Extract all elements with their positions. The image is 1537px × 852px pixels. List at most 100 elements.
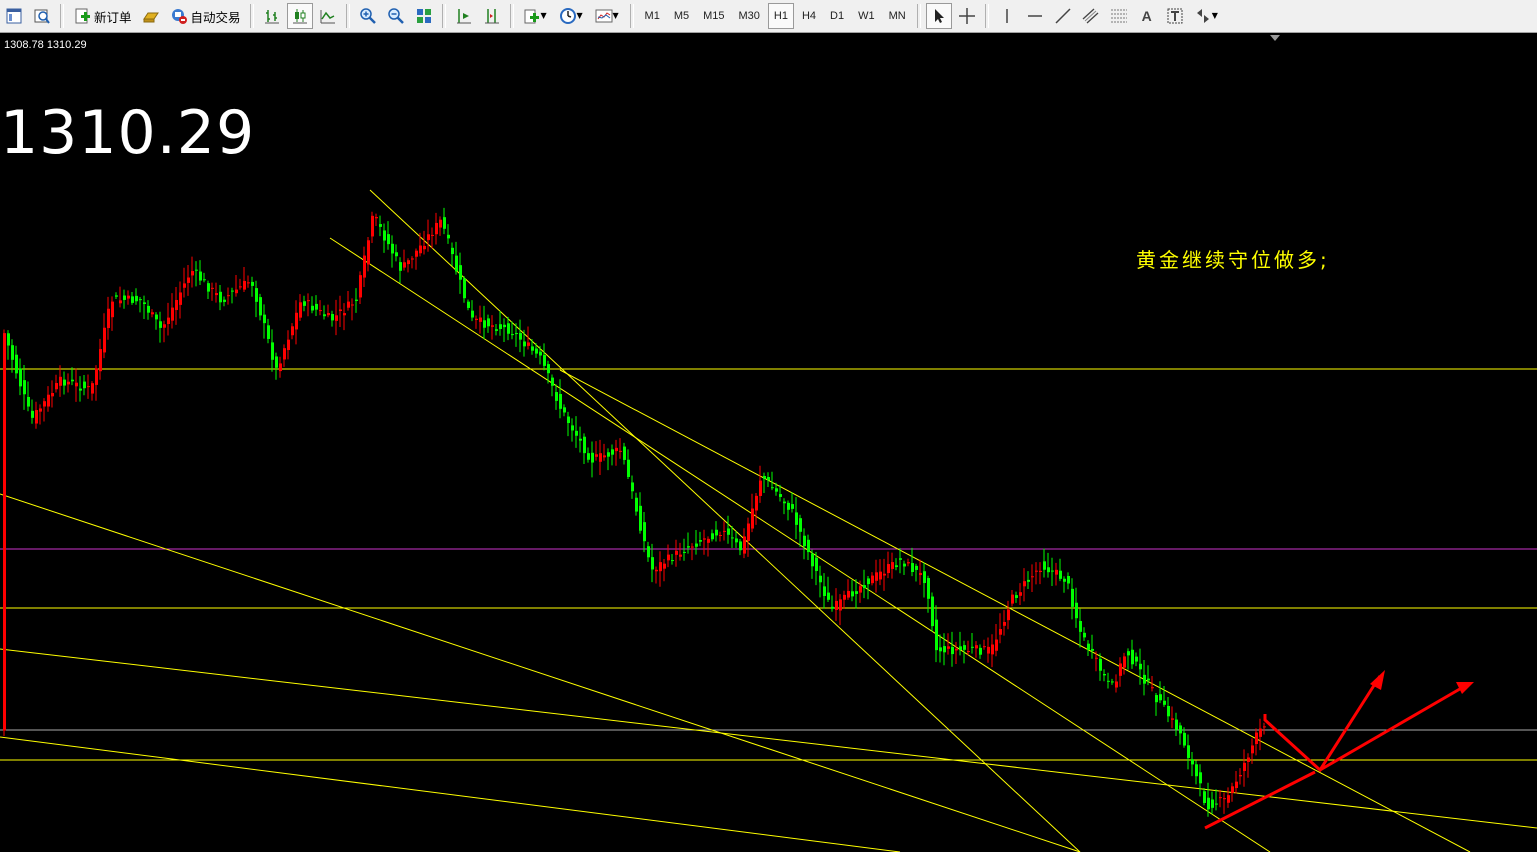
timeframe-mn-button[interactable]: MN: [883, 3, 912, 29]
auto-scroll-button[interactable]: [451, 3, 477, 29]
metaeditor-button[interactable]: [138, 3, 164, 29]
text-tool-label: A: [1141, 8, 1152, 24]
candle-body: [135, 295, 138, 302]
candle-body: [1019, 592, 1022, 596]
candle-body: [811, 553, 814, 567]
new-chart-button[interactable]: [1, 3, 27, 29]
candle-body: [1207, 797, 1210, 810]
candle-body: [687, 546, 690, 548]
timeframe-m30-button[interactable]: M30: [733, 3, 766, 29]
periods-dropdown[interactable]: ▼: [555, 3, 589, 29]
candle-body: [1127, 651, 1130, 656]
candle-body: [251, 281, 254, 286]
chevron-down-icon: ▼: [612, 11, 619, 20]
candle-body: [1211, 799, 1214, 808]
magnifier-chart-icon: [34, 9, 50, 24]
bar-chart-button[interactable]: [259, 3, 285, 29]
candle-body: [1143, 674, 1146, 684]
candle-body: [223, 299, 226, 302]
crosshair-button[interactable]: [954, 3, 980, 29]
candle-body: [1099, 658, 1102, 671]
ohlc-readout: 1308.78 1310.29: [4, 39, 87, 51]
candle-body: [755, 495, 758, 511]
vertical-line-button[interactable]: [994, 3, 1020, 29]
candle-body: [551, 377, 554, 386]
candle-body: [891, 562, 894, 569]
timeframe-h4-button[interactable]: H4: [796, 3, 822, 29]
line-chart-button[interactable]: [315, 3, 341, 29]
candle-body: [1015, 595, 1018, 598]
candle-body: [827, 592, 830, 600]
candle-body: [1063, 578, 1066, 582]
new-order-button[interactable]: 新订单: [69, 3, 136, 29]
chart-shift-marker[interactable]: [1270, 35, 1280, 41]
auto-trading-button[interactable]: 自动交易: [166, 3, 245, 29]
candle-body: [379, 224, 382, 227]
candle-body: [1231, 786, 1234, 793]
trendline-button[interactable]: [1050, 3, 1076, 29]
fibonacci-button[interactable]: [1106, 3, 1132, 29]
candle-body: [279, 363, 282, 372]
candlestick-chart-button[interactable]: [286, 3, 313, 29]
candle-body: [503, 324, 506, 328]
timeframe-h1-button[interactable]: H1: [767, 3, 794, 29]
candle-body: [779, 494, 782, 497]
trendline-steep: [369, 189, 1081, 852]
candle-body: [395, 252, 398, 257]
timeframe-group: M1 M5 M15 M30 H1 H4 D1 W1 MN: [638, 3, 913, 29]
candle-body: [1179, 725, 1182, 734]
candle-body: [299, 302, 302, 318]
candle-body: [1191, 759, 1194, 765]
candle-body: [775, 488, 778, 492]
candle-body: [307, 300, 310, 302]
candle-body: [1187, 745, 1190, 758]
templates-dropdown[interactable]: ▼: [591, 3, 625, 29]
text-tool-button[interactable]: A: [1134, 3, 1160, 29]
candle-body: [31, 410, 34, 418]
candle-body: [255, 288, 258, 302]
candle-body: [219, 291, 222, 303]
candle-body: [247, 282, 250, 284]
candle-body: [939, 647, 942, 652]
text-label-button[interactable]: [1162, 3, 1188, 29]
timeframe-m1-button[interactable]: M1: [639, 3, 666, 29]
candle-body: [531, 346, 534, 351]
line-chart-icon: [320, 10, 335, 24]
candle-body: [71, 379, 74, 382]
horizontal-line-button[interactable]: [1022, 3, 1048, 29]
candle-body: [103, 327, 106, 353]
candle-body: [1043, 561, 1046, 570]
timeframe-d1-button[interactable]: D1: [824, 3, 850, 29]
candle-body: [623, 446, 626, 460]
candle-body: [1027, 579, 1030, 582]
arrows-dropdown[interactable]: ▼: [1190, 3, 1224, 29]
candle-body: [1095, 657, 1098, 659]
candle-body: [1071, 588, 1074, 607]
indicators-dropdown[interactable]: ▼: [519, 3, 553, 29]
candle-body: [539, 351, 542, 356]
profiles-button[interactable]: [29, 3, 55, 29]
candle-body: [39, 408, 42, 412]
timeframe-m15-button[interactable]: M15: [697, 3, 730, 29]
candle-body: [611, 449, 614, 455]
candle-body: [467, 301, 470, 308]
candle-body: [627, 459, 630, 477]
candle-body: [835, 600, 838, 610]
candle-body: [1203, 791, 1206, 803]
tile-windows-button[interactable]: [411, 3, 437, 29]
candle-body: [283, 348, 286, 360]
zoom-out-button[interactable]: [383, 3, 409, 29]
candle-body: [323, 314, 326, 317]
candle-body: [1091, 648, 1094, 651]
chart-shift-button[interactable]: [479, 3, 505, 29]
timeframe-m5-button[interactable]: M5: [668, 3, 695, 29]
candle-body: [751, 508, 754, 529]
timeframe-w1-button[interactable]: W1: [852, 3, 881, 29]
trendline-lower-2: [0, 736, 901, 852]
zoom-in-button[interactable]: [355, 3, 381, 29]
equidistant-channel-button[interactable]: [1078, 3, 1104, 29]
candle-body: [343, 313, 346, 316]
candle-body: [675, 550, 678, 555]
candle-body: [1067, 576, 1070, 584]
cursor-button[interactable]: [925, 3, 952, 29]
